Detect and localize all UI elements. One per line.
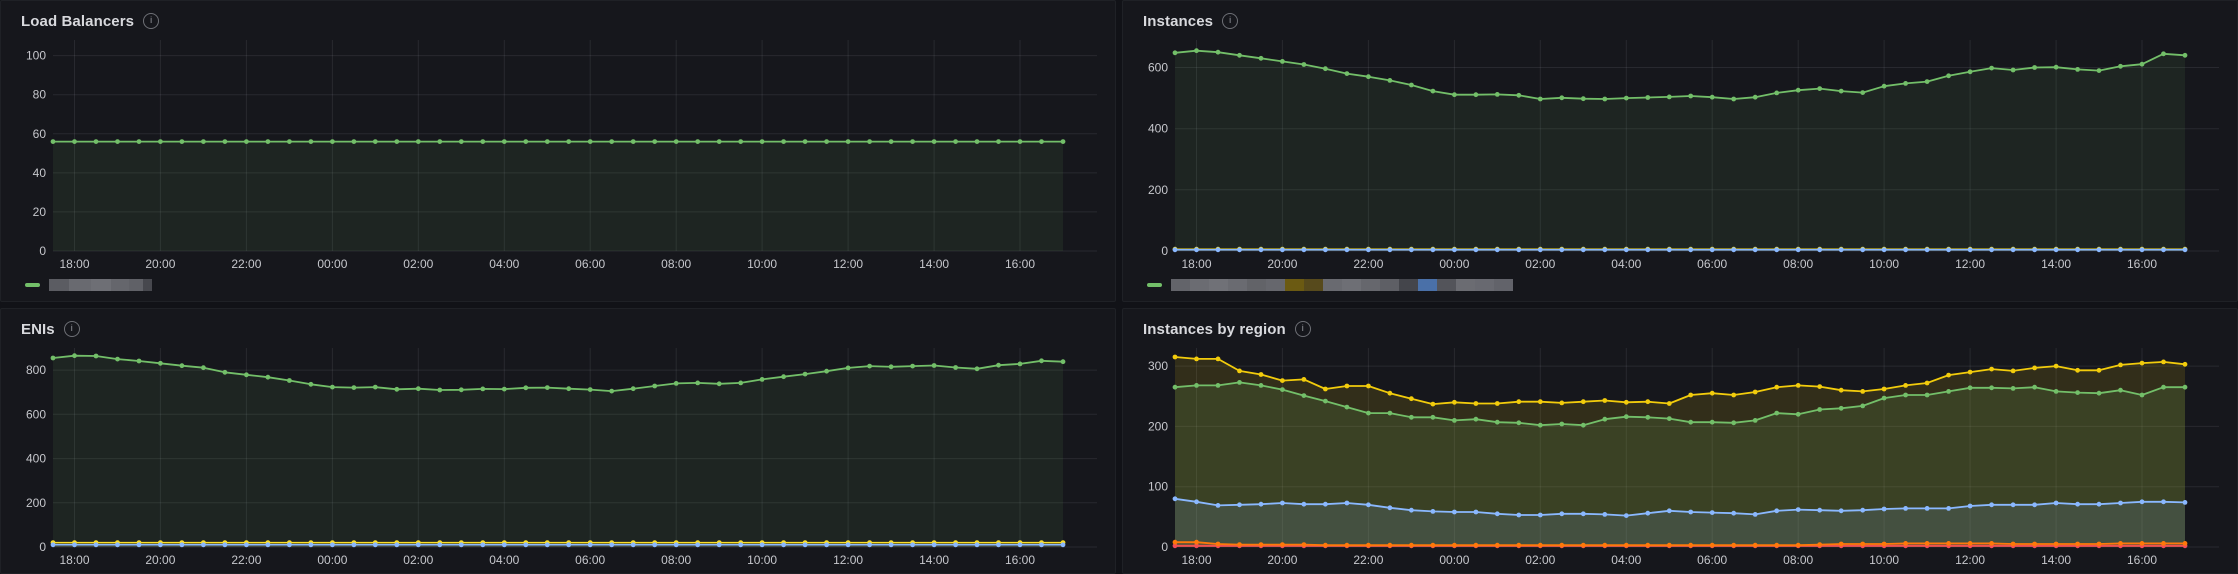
info-icon[interactable]: i <box>143 13 160 29</box>
line-chart-svg: 0 200 400 600 800 18:00 20:00 22:00 00:00 02:00 04… <box>26 348 1097 567</box>
svg-text:20:00: 20:00 <box>145 257 175 271</box>
svg-text:10:00: 10:00 <box>1869 553 1899 567</box>
svg-text:18:00: 18:00 <box>59 553 89 567</box>
svg-text:22:00: 22:00 <box>1353 553 1383 567</box>
svg-text:300: 300 <box>1148 359 1168 373</box>
svg-text:14:00: 14:00 <box>2041 257 2071 271</box>
svg-text:12:00: 12:00 <box>1955 553 1985 567</box>
panel-load-balancers: Load Balancers i 0 20 40 60 80 100 18:00 20:00 2… <box>0 0 1116 302</box>
svg-text:14:00: 14:00 <box>2041 553 2071 567</box>
svg-text:00:00: 00:00 <box>1439 257 1469 271</box>
svg-text:08:00: 08:00 <box>661 257 691 271</box>
svg-text:00:00: 00:00 <box>317 257 347 271</box>
svg-text:0: 0 <box>1161 244 1168 258</box>
panel-enis: ENIs i 0 200 400 600 800 18:00 20:00 22:00 00:00… <box>0 308 1116 574</box>
svg-text:0: 0 <box>1161 540 1168 554</box>
svg-text:14:00: 14:00 <box>919 553 949 567</box>
legend-label-redacted <box>49 279 152 291</box>
svg-text:200: 200 <box>1148 419 1168 433</box>
svg-text:20:00: 20:00 <box>1267 553 1297 567</box>
panel-header: Instances by region i <box>1137 318 2223 340</box>
svg-text:80: 80 <box>33 88 47 102</box>
panel-instances-by-region: Instances by region i 0 100 200 300 18:00 20:… <box>1122 308 2238 574</box>
svg-text:04:00: 04:00 <box>489 553 519 567</box>
svg-text:10:00: 10:00 <box>747 257 777 271</box>
legend-load-balancers[interactable] <box>15 273 1101 297</box>
svg-text:20: 20 <box>33 205 47 219</box>
svg-text:16:00: 16:00 <box>1005 553 1035 567</box>
svg-text:200: 200 <box>26 496 46 510</box>
svg-text:06:00: 06:00 <box>1697 553 1727 567</box>
svg-text:0: 0 <box>39 244 46 258</box>
svg-text:12:00: 12:00 <box>833 553 863 567</box>
panel-header: Instances i <box>1137 10 2223 32</box>
dashboard: Load Balancers i 0 20 40 60 80 100 18:00 20:00 2… <box>0 0 2238 574</box>
svg-text:400: 400 <box>1148 122 1168 136</box>
svg-text:100: 100 <box>1148 480 1168 494</box>
line-chart-svg: 0 200 400 600 18:00 20:00 22:00 00:00 02:00 04:00… <box>1148 40 2219 271</box>
legend-series-marker <box>25 283 40 287</box>
svg-text:04:00: 04:00 <box>1611 257 1641 271</box>
svg-text:08:00: 08:00 <box>1783 257 1813 271</box>
svg-text:20:00: 20:00 <box>145 553 175 567</box>
svg-text:00:00: 00:00 <box>1439 553 1469 567</box>
panel-title[interactable]: Load Balancers <box>21 13 134 30</box>
panel-title[interactable]: ENIs <box>21 321 55 338</box>
svg-text:06:00: 06:00 <box>575 257 605 271</box>
svg-text:10:00: 10:00 <box>1869 257 1899 271</box>
line-chart-svg: 0 100 200 300 18:00 20:00 22:00 00:00 02:00 04:00… <box>1148 348 2219 567</box>
svg-text:06:00: 06:00 <box>575 553 605 567</box>
svg-text:16:00: 16:00 <box>2127 257 2157 271</box>
svg-text:22:00: 22:00 <box>231 553 261 567</box>
info-icon[interactable]: i <box>1222 13 1239 29</box>
panel-header: Load Balancers i <box>15 10 1101 32</box>
chart-enis[interactable]: 0 200 400 600 800 18:00 20:00 22:00 00:00 02:00 04… <box>15 340 1101 569</box>
svg-text:800: 800 <box>26 363 46 377</box>
svg-text:100: 100 <box>26 49 46 63</box>
chart-instances-by-region[interactable]: 0 100 200 300 18:00 20:00 22:00 00:00 02:00 04:00… <box>1137 340 2223 569</box>
svg-text:06:00: 06:00 <box>1697 257 1727 271</box>
legend-series-marker <box>1147 283 1162 287</box>
legend-label-redacted <box>1171 279 1513 291</box>
svg-text:08:00: 08:00 <box>1783 553 1813 567</box>
svg-text:02:00: 02:00 <box>1525 257 1555 271</box>
line-chart-svg: 0 20 40 60 80 100 18:00 20:00 22:00 00:00 02:00 04:… <box>26 40 1097 271</box>
panel-instances: Instances i 0 200 400 600 18:00 20:00 22:00 00:… <box>1122 0 2238 302</box>
chart-load-balancers[interactable]: 0 20 40 60 80 100 18:00 20:00 22:00 00:00 02:00 04:… <box>15 32 1101 273</box>
svg-text:02:00: 02:00 <box>403 553 433 567</box>
svg-text:400: 400 <box>26 452 46 466</box>
svg-text:16:00: 16:00 <box>2127 553 2157 567</box>
svg-text:40: 40 <box>33 166 47 180</box>
info-icon[interactable]: i <box>63 321 80 337</box>
svg-text:00:00: 00:00 <box>317 553 347 567</box>
panel-title[interactable]: Instances by region <box>1143 321 1286 338</box>
chart-instances[interactable]: 0 200 400 600 18:00 20:00 22:00 00:00 02:00 04:00… <box>1137 32 2223 273</box>
svg-text:22:00: 22:00 <box>1353 257 1383 271</box>
svg-text:10:00: 10:00 <box>747 553 777 567</box>
svg-text:14:00: 14:00 <box>919 257 949 271</box>
svg-text:02:00: 02:00 <box>1525 553 1555 567</box>
svg-text:18:00: 18:00 <box>1181 553 1211 567</box>
svg-text:60: 60 <box>33 127 47 141</box>
svg-text:08:00: 08:00 <box>661 553 691 567</box>
svg-text:600: 600 <box>26 407 46 421</box>
svg-text:20:00: 20:00 <box>1267 257 1297 271</box>
panel-title[interactable]: Instances <box>1143 13 1213 30</box>
svg-text:600: 600 <box>1148 61 1168 75</box>
svg-text:16:00: 16:00 <box>1005 257 1035 271</box>
legend-instances[interactable] <box>1137 273 2223 297</box>
svg-text:18:00: 18:00 <box>59 257 89 271</box>
svg-text:200: 200 <box>1148 183 1168 197</box>
svg-text:02:00: 02:00 <box>403 257 433 271</box>
svg-text:22:00: 22:00 <box>231 257 261 271</box>
svg-text:18:00: 18:00 <box>1181 257 1211 271</box>
panel-header: ENIs i <box>15 318 1101 340</box>
info-icon[interactable]: i <box>1294 321 1311 337</box>
svg-text:12:00: 12:00 <box>1955 257 1985 271</box>
svg-text:0: 0 <box>39 540 46 554</box>
svg-text:12:00: 12:00 <box>833 257 863 271</box>
svg-text:04:00: 04:00 <box>489 257 519 271</box>
svg-text:04:00: 04:00 <box>1611 553 1641 567</box>
